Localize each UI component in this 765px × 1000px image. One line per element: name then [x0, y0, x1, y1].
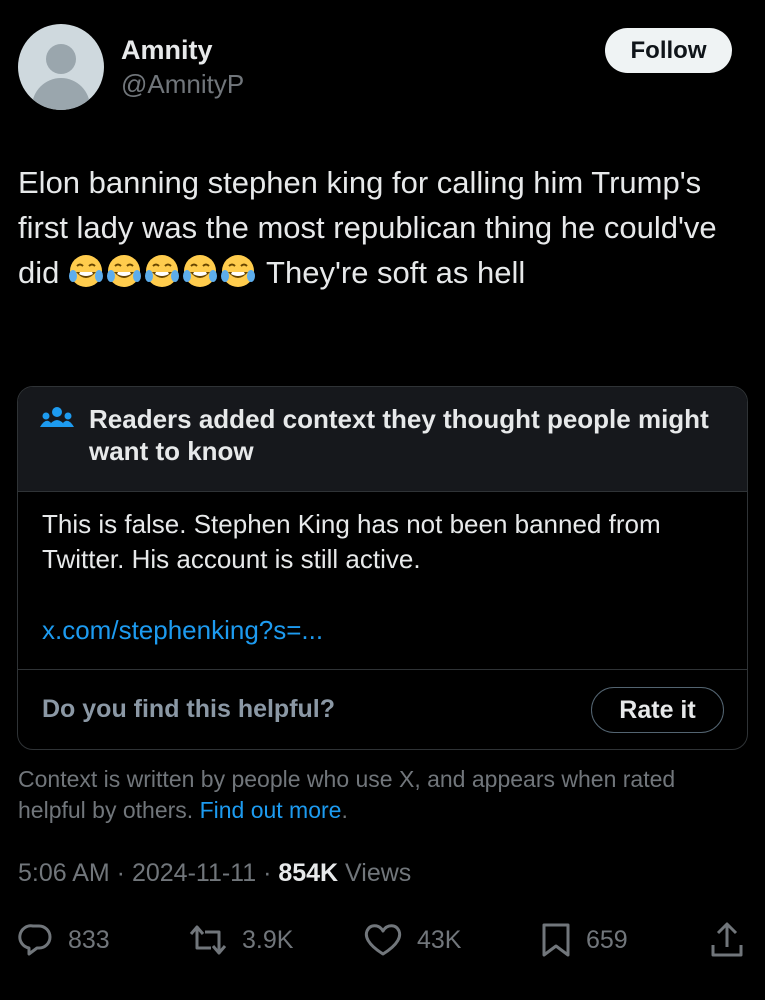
bookmark-button[interactable]: 659	[540, 918, 628, 962]
context-footer: Context is written by people who use X, …	[18, 764, 738, 826]
readers-group-icon	[40, 407, 74, 427]
community-note: Readers added context they thought peopl…	[17, 386, 748, 750]
tweet-date[interactable]: 2024-11-11	[132, 859, 256, 887]
repost-icon	[189, 925, 227, 955]
like-button[interactable]: 43K	[363, 918, 461, 962]
find-out-more-link[interactable]: Find out more	[200, 797, 342, 823]
views-label: Views	[338, 859, 412, 887]
meta-separator: ·	[256, 859, 279, 887]
tweet-text-after-emoji: They're soft as hell	[257, 255, 526, 290]
community-note-source-link[interactable]: x.com/stephenking?s=...	[42, 613, 323, 648]
follow-button[interactable]: Follow	[605, 28, 732, 73]
tweet-meta: 5:06 AM · 2024-11-11 · 854K Views	[18, 856, 411, 890]
community-note-title: Readers added context they thought peopl…	[89, 404, 709, 466]
author-display-name[interactable]: Amnity	[121, 34, 213, 66]
tears-of-joy-emoji-icon	[144, 255, 179, 287]
author-handle[interactable]: @AmnityP	[121, 68, 244, 100]
reply-count: 833	[68, 925, 110, 954]
meta-separator: ·	[109, 859, 132, 887]
action-bar: 833 3.9K 43K 659	[18, 918, 748, 962]
share-icon	[711, 922, 743, 957]
context-footer-period: .	[341, 797, 348, 823]
repost-button[interactable]: 3.9K	[188, 918, 293, 962]
helpful-prompt: Do you find this helpful?	[42, 695, 336, 723]
avatar-placeholder-head	[46, 44, 76, 74]
community-note-header: Readers added context they thought peopl…	[18, 387, 747, 492]
reply-button[interactable]: 833	[18, 918, 110, 962]
rate-it-button[interactable]: Rate it	[591, 687, 724, 733]
heart-icon	[364, 924, 402, 956]
share-button[interactable]	[710, 918, 744, 962]
tears-of-joy-emoji-icon	[106, 255, 141, 287]
tears-of-joy-emoji-icon	[220, 255, 255, 287]
community-note-body: This is false. Stephen King has not been…	[42, 509, 661, 574]
avatar[interactable]	[18, 24, 104, 110]
reply-icon	[18, 924, 52, 956]
views-count: 854K	[278, 859, 339, 887]
bookmark-icon	[542, 923, 570, 957]
tears-of-joy-emoji-icon	[68, 255, 103, 287]
emoji-group	[68, 253, 258, 301]
bookmark-count: 659	[586, 925, 628, 954]
tears-of-joy-emoji-icon	[182, 255, 217, 287]
repost-count: 3.9K	[242, 925, 294, 954]
tweet-time[interactable]: 5:06 AM	[18, 859, 110, 887]
like-count: 43K	[417, 925, 462, 954]
divider	[18, 669, 747, 670]
tweet-text: Elon banning stephen king for calling hi…	[18, 160, 743, 301]
tweet-header: Amnity @AmnityP Follow	[18, 22, 748, 114]
avatar-placeholder-body	[32, 78, 90, 110]
